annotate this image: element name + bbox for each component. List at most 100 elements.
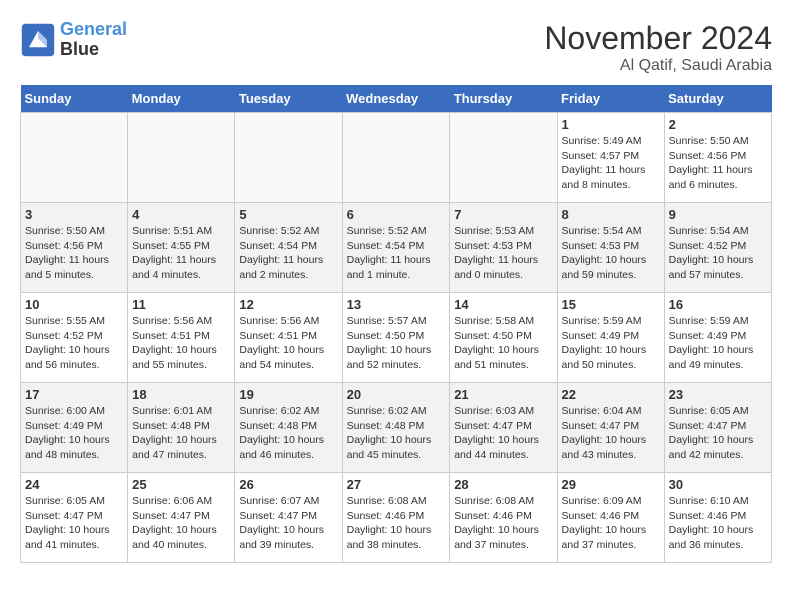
calendar-cell xyxy=(235,113,342,203)
calendar-cell: 15 Sunrise: 5:59 AM Sunset: 4:49 PM Dayli… xyxy=(557,293,664,383)
day-number: 7 xyxy=(454,207,552,222)
calendar-cell: 25Sunrise: 6:06 AM Sunset: 4:47 PM Dayli… xyxy=(128,473,235,563)
calendar-cell: 27 Sunrise: 6:08 AM Sunset: 4:46 PM Dayli… xyxy=(342,473,450,563)
day-number: 16 xyxy=(669,297,767,312)
day-number: 28 xyxy=(454,477,552,492)
calendar-cell xyxy=(342,113,450,203)
day-info: Sunrise: 6:00 AM Sunset: 4:49 PM Dayligh… xyxy=(25,404,123,463)
calendar-cell: 19 Sunrise: 6:02 AM Sunset: 4:48 PM Dayli… xyxy=(235,383,342,473)
day-info: Sunrise: 6:05 AM Sunset: 4:47 PM Dayligh… xyxy=(25,494,123,553)
day-header-friday: Friday xyxy=(557,85,664,113)
day-number: 13 xyxy=(347,297,446,312)
day-info: Sunrise: 5:59 AM Sunset: 4:49 PM Dayligh… xyxy=(669,314,767,373)
day-number: 24 xyxy=(25,477,123,492)
day-number: 3 xyxy=(25,207,123,222)
day-number: 15 xyxy=(562,297,660,312)
day-header-saturday: Saturday xyxy=(664,85,771,113)
day-info: Sunrise: 6:08 AM Sunset: 4:46 PM Dayligh… xyxy=(347,494,446,553)
calendar-cell: 1 Sunrise: 5:49 AM Sunset: 4:57 PM Daylig… xyxy=(557,113,664,203)
calendar-cell: 2Sunrise: 5:50 AM Sunset: 4:56 PM Daylig… xyxy=(664,113,771,203)
calendar-cell: 29 Sunrise: 6:09 AM Sunset: 4:46 PM Dayli… xyxy=(557,473,664,563)
week-row-5: 24 Sunrise: 6:05 AM Sunset: 4:47 PM Dayli… xyxy=(21,473,772,563)
calendar-cell: 10 Sunrise: 5:55 AM Sunset: 4:52 PM Dayli… xyxy=(21,293,128,383)
calendar-cell: 21 Sunrise: 6:03 AM Sunset: 4:47 PM Dayli… xyxy=(450,383,557,473)
day-number: 1 xyxy=(562,117,660,132)
calendar-cell: 3Sunrise: 5:50 AM Sunset: 4:56 PM Daylig… xyxy=(21,203,128,293)
calendar-cell xyxy=(450,113,557,203)
calendar-cell: 14Sunrise: 5:58 AM Sunset: 4:50 PM Dayli… xyxy=(450,293,557,383)
month-title: November 2024 xyxy=(544,20,772,57)
calendar-cell: 13 Sunrise: 5:57 AM Sunset: 4:50 PM Dayli… xyxy=(342,293,450,383)
day-info: Sunrise: 5:54 AM Sunset: 4:52 PM Dayligh… xyxy=(669,224,767,283)
location-subtitle: Al Qatif, Saudi Arabia xyxy=(544,57,772,75)
page-header: General Blue November 2024 Al Qatif, Sau… xyxy=(20,20,772,75)
calendar-cell: 5 Sunrise: 5:52 AM Sunset: 4:54 PM Daylig… xyxy=(235,203,342,293)
week-row-1: 1 Sunrise: 5:49 AM Sunset: 4:57 PM Daylig… xyxy=(21,113,772,203)
logo-icon xyxy=(20,22,56,58)
day-number: 29 xyxy=(562,477,660,492)
day-info: Sunrise: 5:59 AM Sunset: 4:49 PM Dayligh… xyxy=(562,314,660,373)
day-info: Sunrise: 5:49 AM Sunset: 4:57 PM Dayligh… xyxy=(562,134,660,193)
calendar-cell: 22Sunrise: 6:04 AM Sunset: 4:47 PM Dayli… xyxy=(557,383,664,473)
calendar-cell: 30Sunrise: 6:10 AM Sunset: 4:46 PM Dayli… xyxy=(664,473,771,563)
day-number: 5 xyxy=(239,207,337,222)
day-info: Sunrise: 5:50 AM Sunset: 4:56 PM Dayligh… xyxy=(669,134,767,193)
calendar-cell xyxy=(128,113,235,203)
day-number: 25 xyxy=(132,477,230,492)
day-number: 11 xyxy=(132,297,230,312)
day-number: 6 xyxy=(347,207,446,222)
day-info: Sunrise: 6:08 AM Sunset: 4:46 PM Dayligh… xyxy=(454,494,552,553)
day-number: 22 xyxy=(562,387,660,402)
day-header-monday: Monday xyxy=(128,85,235,113)
logo: General Blue xyxy=(20,20,127,60)
day-info: Sunrise: 5:56 AM Sunset: 4:51 PM Dayligh… xyxy=(239,314,337,373)
day-info: Sunrise: 6:07 AM Sunset: 4:47 PM Dayligh… xyxy=(239,494,337,553)
calendar-cell: 8Sunrise: 5:54 AM Sunset: 4:53 PM Daylig… xyxy=(557,203,664,293)
day-info: Sunrise: 6:02 AM Sunset: 4:48 PM Dayligh… xyxy=(347,404,446,463)
day-number: 30 xyxy=(669,477,767,492)
header-row: SundayMondayTuesdayWednesdayThursdayFrid… xyxy=(21,85,772,113)
calendar-cell: 12 Sunrise: 5:56 AM Sunset: 4:51 PM Dayli… xyxy=(235,293,342,383)
week-row-2: 3Sunrise: 5:50 AM Sunset: 4:56 PM Daylig… xyxy=(21,203,772,293)
day-info: Sunrise: 5:52 AM Sunset: 4:54 PM Dayligh… xyxy=(239,224,337,283)
day-info: Sunrise: 5:54 AM Sunset: 4:53 PM Dayligh… xyxy=(562,224,660,283)
calendar-cell: 6 Sunrise: 5:52 AM Sunset: 4:54 PM Daylig… xyxy=(342,203,450,293)
day-header-thursday: Thursday xyxy=(450,85,557,113)
week-row-3: 10 Sunrise: 5:55 AM Sunset: 4:52 PM Dayli… xyxy=(21,293,772,383)
day-info: Sunrise: 6:05 AM Sunset: 4:47 PM Dayligh… xyxy=(669,404,767,463)
day-number: 10 xyxy=(25,297,123,312)
day-header-tuesday: Tuesday xyxy=(235,85,342,113)
day-info: Sunrise: 6:03 AM Sunset: 4:47 PM Dayligh… xyxy=(454,404,552,463)
day-info: Sunrise: 6:09 AM Sunset: 4:46 PM Dayligh… xyxy=(562,494,660,553)
day-info: Sunrise: 5:52 AM Sunset: 4:54 PM Dayligh… xyxy=(347,224,446,283)
calendar-cell: 24 Sunrise: 6:05 AM Sunset: 4:47 PM Dayli… xyxy=(21,473,128,563)
day-number: 20 xyxy=(347,387,446,402)
day-header-wednesday: Wednesday xyxy=(342,85,450,113)
day-info: Sunrise: 5:51 AM Sunset: 4:55 PM Dayligh… xyxy=(132,224,230,283)
title-block: November 2024 Al Qatif, Saudi Arabia xyxy=(544,20,772,75)
day-info: Sunrise: 5:56 AM Sunset: 4:51 PM Dayligh… xyxy=(132,314,230,373)
day-number: 9 xyxy=(669,207,767,222)
day-number: 4 xyxy=(132,207,230,222)
calendar-cell: 11 Sunrise: 5:56 AM Sunset: 4:51 PM Dayli… xyxy=(128,293,235,383)
day-number: 19 xyxy=(239,387,337,402)
day-info: Sunrise: 5:55 AM Sunset: 4:52 PM Dayligh… xyxy=(25,314,123,373)
calendar-table: SundayMondayTuesdayWednesdayThursdayFrid… xyxy=(20,85,772,563)
calendar-cell: 20 Sunrise: 6:02 AM Sunset: 4:48 PM Dayli… xyxy=(342,383,450,473)
calendar-cell: 4 Sunrise: 5:51 AM Sunset: 4:55 PM Daylig… xyxy=(128,203,235,293)
calendar-cell: 28 Sunrise: 6:08 AM Sunset: 4:46 PM Dayli… xyxy=(450,473,557,563)
calendar-cell: 7 Sunrise: 5:53 AM Sunset: 4:53 PM Daylig… xyxy=(450,203,557,293)
calendar-cell: 9 Sunrise: 5:54 AM Sunset: 4:52 PM Daylig… xyxy=(664,203,771,293)
day-number: 23 xyxy=(669,387,767,402)
day-number: 21 xyxy=(454,387,552,402)
day-info: Sunrise: 5:53 AM Sunset: 4:53 PM Dayligh… xyxy=(454,224,552,283)
calendar-cell: 18Sunrise: 6:01 AM Sunset: 4:48 PM Dayli… xyxy=(128,383,235,473)
day-number: 27 xyxy=(347,477,446,492)
calendar-cell: 26Sunrise: 6:07 AM Sunset: 4:47 PM Dayli… xyxy=(235,473,342,563)
day-number: 17 xyxy=(25,387,123,402)
day-info: Sunrise: 6:02 AM Sunset: 4:48 PM Dayligh… xyxy=(239,404,337,463)
calendar-cell: 17 Sunrise: 6:00 AM Sunset: 4:49 PM Dayli… xyxy=(21,383,128,473)
day-info: Sunrise: 5:57 AM Sunset: 4:50 PM Dayligh… xyxy=(347,314,446,373)
calendar-cell xyxy=(21,113,128,203)
day-number: 12 xyxy=(239,297,337,312)
